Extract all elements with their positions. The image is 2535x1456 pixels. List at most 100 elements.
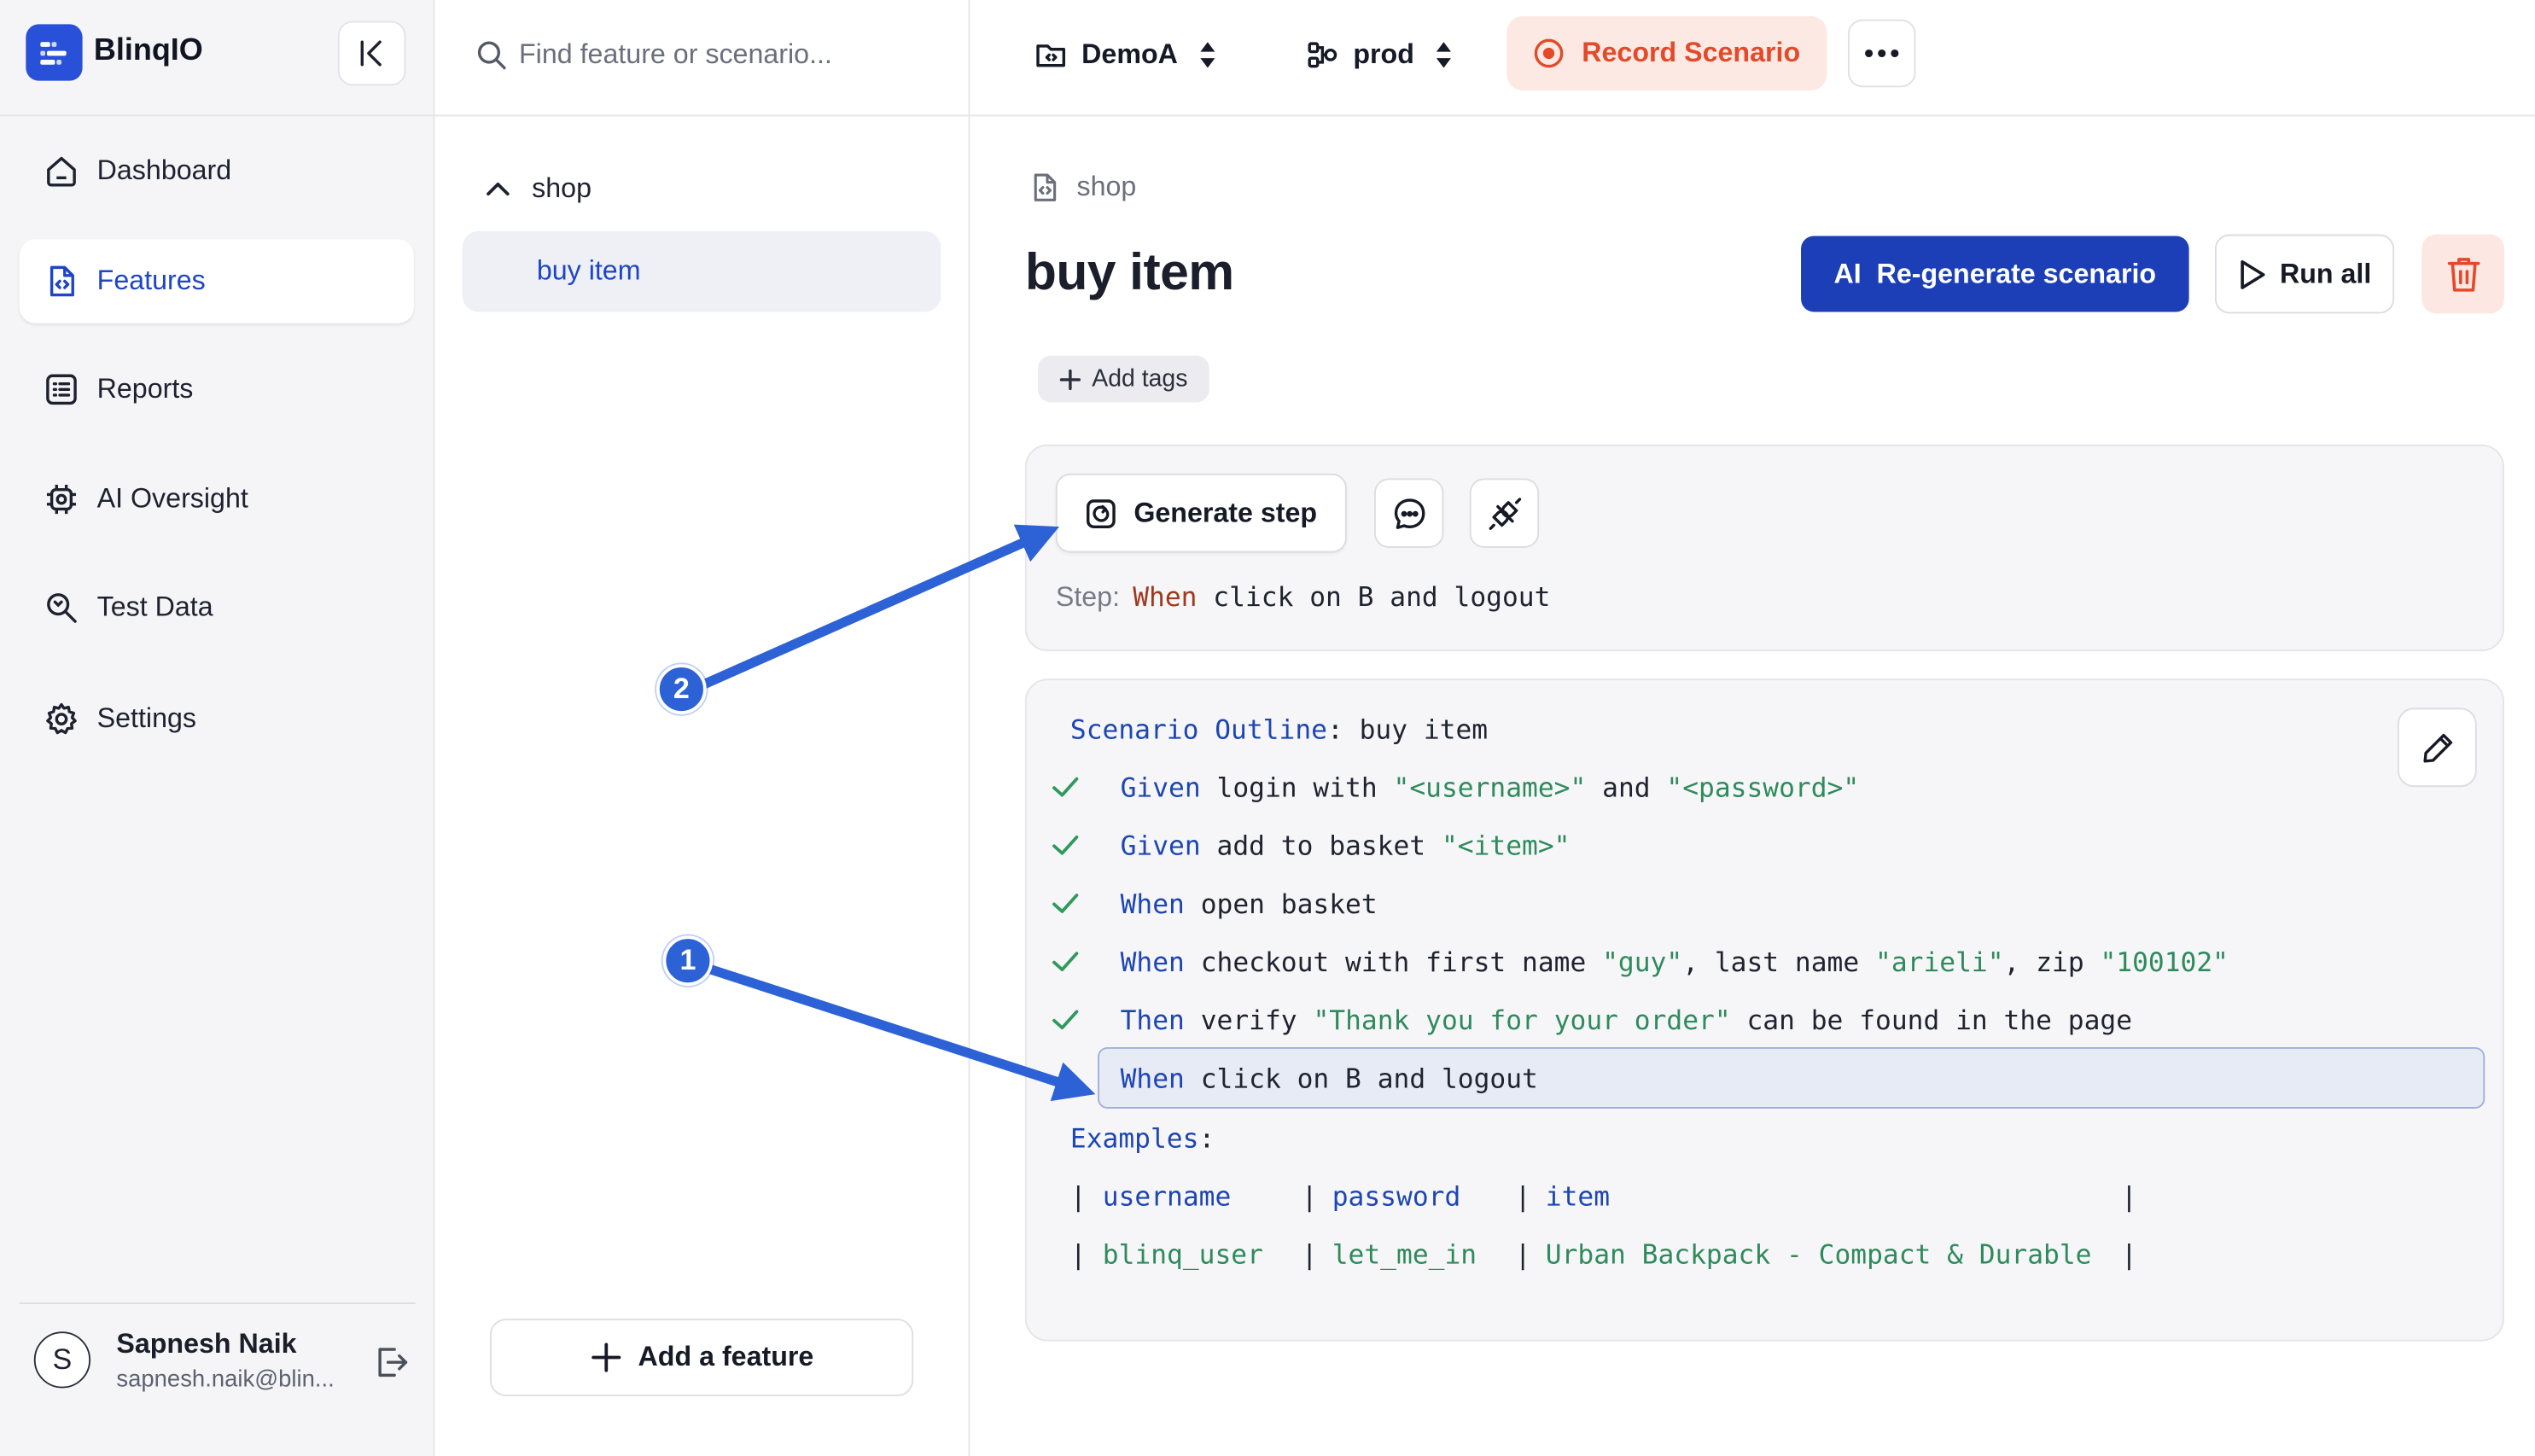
step-text-part: , zip [2003,946,2101,977]
record-scenario-button[interactable]: Record Scenario [1506,15,1827,91]
plug-icon [1488,497,1521,529]
app-name: BlinqIO [93,33,203,68]
table-cell: Urban Backpack - Compact & Durable [1545,1238,2092,1270]
scenario-step[interactable]: When open basket [1027,879,2385,928]
breadcrumb[interactable]: shop [1029,172,1136,204]
chevron-up-icon [483,174,512,203]
environment-name: prod [1353,38,1414,70]
scenario-outline-header: Scenario Outline: buy item [1070,705,1488,754]
collapse-sidebar-button[interactable] [337,20,406,86]
step-text-part: add to basket [1200,830,1442,861]
sidebar-item-label: Settings [96,702,197,734]
project-icon [1034,38,1067,71]
step-text-part: open basket [1184,888,1378,919]
scenario-step[interactable]: Then verify "Thank you for your order" c… [1027,995,2385,1044]
feature-file-icon [1029,172,1061,204]
sidebar: BlinqIO Dashboard Features Reports AI Ov… [0,0,435,1456]
sidebar-item-reports[interactable]: Reports [20,347,414,431]
examples-keyword: Examples [1069,1122,1199,1154]
sidebar-item-test-data[interactable]: Test Data [20,566,414,649]
top-bar: DemoA prod Record Scenario [970,0,2535,117]
regenerate-scenario-button[interactable]: AI Re-generate scenario [1801,236,2189,312]
user-name: Sapnesh Naik [116,1328,297,1360]
step-param: "arieli" [1875,946,2004,977]
step-text-part: , last name [1682,946,1876,977]
step-text: Step: When click on B and logout [1056,582,1551,614]
step-text-part: and [1586,772,1667,803]
sidebar-item-label: Features [96,265,206,296]
step-text-part: verify [1184,1004,1314,1035]
run-all-button[interactable]: Run all [2214,234,2395,314]
record-scenario-label: Record Scenario [1582,37,1801,68]
check-icon [1052,894,1079,913]
scenario-step[interactable]: Given add to basket "<item>" [1027,821,2385,870]
annotation-badge-1: 1 [662,935,714,987]
link-step-button[interactable] [1469,478,1540,548]
step-keyword: When [1120,946,1185,977]
step-body: click on B and logout [1197,581,1551,613]
table-header-cell: item [1545,1180,1611,1212]
search-icon [477,41,506,70]
edit-scenario-button[interactable] [2397,708,2477,788]
sidebar-item-dashboard[interactable]: Dashboard [20,129,414,213]
gear-icon [42,700,80,738]
home-icon [42,152,80,190]
project-name: DemoA [1081,38,1178,70]
search-bar [434,0,969,117]
plus-icon [1059,368,1082,391]
step-keyword: When [1120,1062,1185,1093]
more-options-button[interactable] [1847,19,1916,88]
check-icon [1052,1010,1079,1030]
table-header-cell: username [1102,1180,1232,1212]
generate-step-label: Generate step [1133,497,1318,528]
step-keyword: When [1133,581,1198,613]
add-tags-button[interactable]: Add tags [1038,355,1209,403]
avatar[interactable]: S [33,1331,91,1389]
ai-gear-icon [42,480,80,518]
list-report-icon [42,370,80,409]
search-input[interactable] [519,29,943,81]
blinqio-logo-icon [26,24,83,81]
user-email: sapnesh.naik@blin... [116,1366,335,1394]
sidebar-item-label: Reports [96,373,194,405]
chevron-updown-icon [1434,38,1454,71]
step-label: Step: [1055,581,1121,613]
sidebar-item-ai-oversight[interactable]: AI Oversight [20,457,414,541]
collapse-left-icon [360,40,382,67]
scenario-editor-panel: Scenario Outline: buy item Given login w… [1024,678,2504,1342]
pencil-icon [2422,732,2452,762]
step-keyword: When [1120,888,1185,919]
add-feature-label: Add a feature [638,1341,814,1372]
environment-selector[interactable]: prod [1306,29,1453,81]
app-window: BlinqIO Dashboard Features Reports AI Ov… [0,0,2535,1456]
scenario-step[interactable]: When checkout with first name "guy", las… [1027,937,2450,986]
step-param: "100102" [2100,946,2229,977]
examples-header-row: | username | password | item | [1027,1172,2159,1220]
brand-header: BlinqIO [0,0,435,117]
comment-step-button[interactable] [1373,478,1444,548]
step-param: "<item>" [1441,830,1571,861]
add-tags-label: Add tags [1092,364,1188,393]
examples-header: Examples: [1070,1114,1215,1162]
generate-step-button[interactable]: Generate step [1055,473,1347,553]
table-cell: let_me_in [1332,1238,1477,1270]
sidebar-item-settings[interactable]: Settings [20,677,414,760]
step-param: "<password>" [1666,772,1860,803]
feature-tree-pane: shop buy item Add a feature [434,0,970,1456]
logout-button[interactable] [370,1342,412,1383]
tree-item-buy-item[interactable]: buy item [462,230,941,312]
tree-folder-shop[interactable]: shop [483,165,592,213]
delete-scenario-button[interactable] [2421,234,2504,314]
ellipsis-icon [1865,49,1899,58]
add-feature-button[interactable]: Add a feature [489,1319,914,1396]
sidebar-item-features[interactable]: Features [19,239,414,323]
scenario-step-selected[interactable]: When click on B and logout [1121,1054,1538,1103]
step-keyword: Given [1120,830,1201,861]
table-cell: blinq_user [1102,1238,1263,1270]
step-param: "Thank you for your order" [1313,1004,1731,1035]
generate-icon [1086,497,1118,529]
scenario-step[interactable]: Given login with "<username>" and "<pass… [1027,763,2385,812]
sidebar-item-label: Dashboard [96,154,232,186]
sidebar-item-label: AI Oversight [96,483,248,515]
project-selector[interactable]: DemoA [1034,29,1216,81]
